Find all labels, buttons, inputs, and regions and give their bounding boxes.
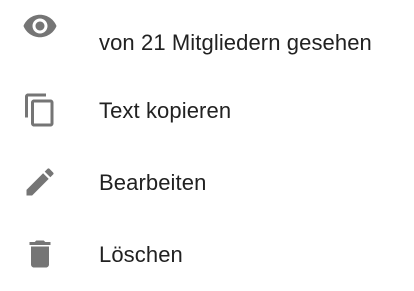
menu-item-label: Bearbeiten [99,170,207,195]
menu-item-label: Löschen [99,242,183,267]
menu-item-label: von 21 Mitgliedern gesehen [99,30,372,55]
menu-item-copy-text[interactable]: Text kopieren [0,74,414,146]
eye-icon [22,8,58,44]
menu-item-delete[interactable]: Löschen [0,218,414,290]
menu-item-seen-by[interactable]: von 21 Mitgliedern gesehen [0,4,414,76]
copy-icon [22,92,58,128]
message-context-menu: von 21 Mitgliedern gesehen Text kopieren… [0,0,414,291]
trash-icon [22,236,58,272]
pencil-icon [22,164,58,200]
menu-item-label: Text kopieren [99,98,232,123]
menu-item-edit[interactable]: Bearbeiten [0,146,414,218]
